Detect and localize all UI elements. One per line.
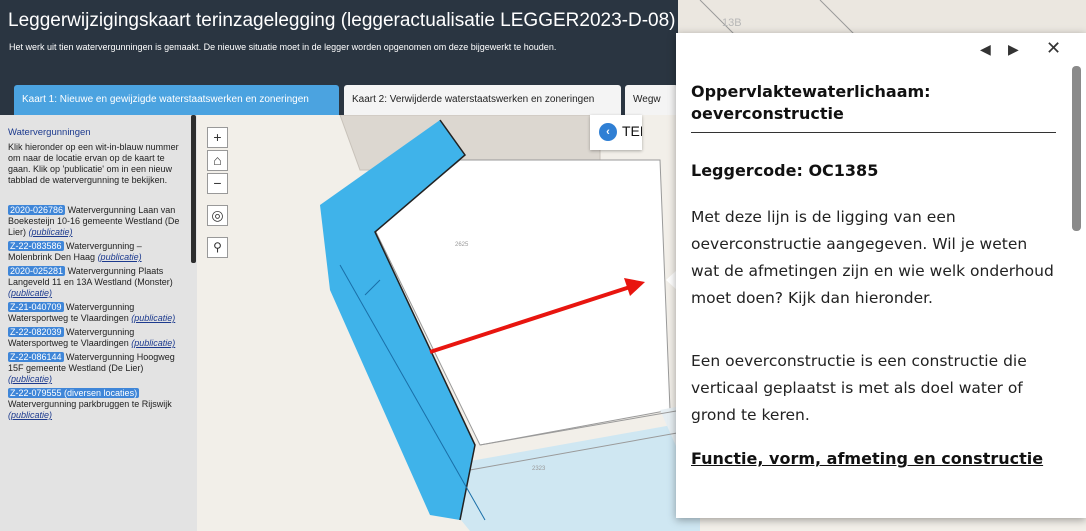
sidebar-scrollbar[interactable] (191, 115, 196, 263)
permit-item: Z-22-083586 Watervergunning – Molenbrink… (8, 241, 188, 263)
permit-item: Z-22-079555 (diversen locaties) Waterver… (8, 388, 188, 421)
feature-popup: ◀ ▶ ✕ Oppervlaktewaterlichaam: oevercons… (676, 33, 1086, 518)
app-description: Het werk uit tien watervergunningen is g… (9, 42, 557, 52)
chevron-left-icon: ‹ (599, 123, 617, 141)
leggercode: Leggercode: OC1385 (691, 161, 879, 180)
home-button[interactable]: ⌂ (207, 150, 228, 171)
close-icon[interactable]: ✕ (1046, 38, 1061, 59)
publicatie-link[interactable]: (publicatie) (131, 313, 175, 323)
permit-item: Z-21-040709 Watervergunning Watersportwe… (8, 302, 188, 324)
map-label-bottom: 2323 (532, 466, 546, 472)
map-label-top: 13B (722, 17, 742, 29)
popup-definition: Een oeverconstructie is een constructie … (691, 352, 1027, 424)
tab-kaart-2[interactable]: Kaart 2: Verwijderde waterstaatswerken e… (344, 85, 621, 115)
publicatie-link[interactable]: (publicatie) (8, 410, 52, 420)
popup-title: Oppervlaktewaterlichaam: oeverconstructi… (691, 81, 1056, 133)
zoom-out-button[interactable]: − (207, 173, 228, 194)
publicatie-link[interactable]: (publicatie) (8, 374, 52, 384)
permit-code-badge[interactable]: 2020-026786 (8, 205, 66, 215)
permit-code-badge[interactable]: Z-22-079555 (diversen locaties) (8, 388, 140, 398)
section-link-functie[interactable]: Functie, vorm, afmeting en constructie (691, 447, 1056, 471)
permit-code-badge[interactable]: Z-22-086144 (8, 352, 64, 362)
sidebar: Watervergunningen Klik hieronder op een … (0, 115, 197, 531)
permit-code-badge[interactable]: Z-22-082039 (8, 327, 64, 337)
back-button[interactable]: ‹ TERU (590, 115, 642, 150)
map-label-mid: 2625 (455, 242, 469, 248)
publicatie-link[interactable]: (publicatie) (131, 338, 175, 348)
permit-item: Z-22-086144 Watervergunning Hoogweg 15F … (8, 352, 188, 385)
permit-code-badge[interactable]: Z-22-083586 (8, 241, 64, 251)
previous-icon[interactable]: ◀ (980, 41, 991, 58)
locate-button[interactable]: ◎ (207, 205, 228, 226)
permit-code-badge[interactable]: 2020-025281 (8, 266, 66, 276)
permit-item: 2020-025281 Watervergunning Plaats Lange… (8, 266, 188, 299)
permit-code-badge[interactable]: Z-21-040709 (8, 302, 64, 312)
permit-item: 2020-026786 Watervergunning Laan van Boe… (8, 205, 188, 238)
next-icon[interactable]: ▶ (1008, 41, 1019, 58)
zoom-in-button[interactable]: + (207, 127, 228, 148)
publicatie-link[interactable]: (publicatie) (29, 227, 73, 237)
tab-wegw[interactable]: Wegw (625, 85, 678, 115)
permit-text: Watervergunning parkbruggen te Rijswijk (8, 399, 172, 409)
back-label: TERU (622, 123, 642, 139)
app-title: Leggerwijzigingskaart terinzagelegging (… (8, 10, 676, 31)
sidebar-title: Watervergunningen (8, 127, 91, 138)
publicatie-link[interactable]: (publicatie) (8, 288, 52, 298)
search-button[interactable]: ⚲ (207, 237, 228, 258)
popup-description: Met deze lijn is de ligging van een oeve… (691, 208, 1054, 307)
tab-kaart-1[interactable]: Kaart 1: Nieuwe en gewijzigde waterstaat… (14, 85, 339, 115)
publicatie-link[interactable]: (publicatie) (98, 252, 142, 262)
permit-item: Z-22-082039 Watervergunning Watersportwe… (8, 327, 188, 349)
sidebar-help-text: Klik hieronder op een wit-in-blauw numme… (8, 142, 179, 185)
popup-scrollbar[interactable] (1072, 66, 1081, 231)
